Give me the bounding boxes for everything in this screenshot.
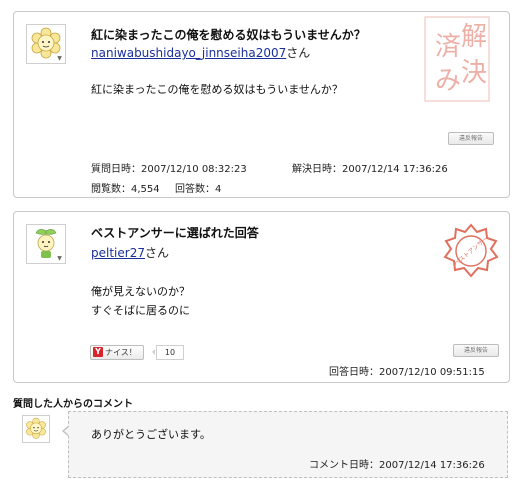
nice-label: ナイス！ [105,348,137,357]
stamp-char-2: 解 [461,22,487,52]
comment-section-title: 質問した人からのコメント [13,399,133,410]
resolved-label: 解決日時： [292,164,342,175]
comment-datetime: コメント日時：2007/12/14 17:36:26 [309,456,485,471]
resolved-datetime: 解決日時：2007/12/14 17:36:26 [292,160,448,175]
questioner-user: naniwabushidayo_jinnseiha2007さん [91,44,310,61]
question-report-button[interactable]: 違反報告 [448,132,494,145]
view-count: 閲覧数：4,554 [91,180,160,195]
answer-body-line-1: 俺が見えないのか？ [91,285,190,298]
commenter-avatar[interactable] [22,415,50,443]
comment-box: ありがとうございます。 コメント日時：2007/12/14 17:36:26 [68,411,508,478]
comment-pointer-inner [64,426,70,436]
answer-count: 回答数：4 [175,180,221,195]
answers-value: 4 [215,184,222,195]
comment-date-label: コメント日時： [309,460,379,471]
question-title: 紅に染まったこの俺を慰める奴はもういませんか？ [91,28,366,42]
answer-body-line-2: すぐそばに居るのに [91,304,190,317]
yahoo-y-icon: Y [93,347,103,357]
asked-value: 2007/12/10 08:32:23 [141,164,247,175]
answers-label: 回答数： [175,184,215,195]
stamp-char-4: 決 [461,58,487,88]
answered-value: 2007/12/10 09:51:15 [379,367,485,378]
questioner-name-link[interactable]: naniwabushidayo_jinnseiha2007 [91,46,286,60]
stamp-char-3: み [435,66,461,96]
answerer-suffix: さん [144,246,169,260]
views-label: 閲覧数： [91,184,131,195]
questioner-suffix: さん [286,46,311,60]
answerer-avatar[interactable]: ▼ [26,224,66,264]
answer-report-button[interactable]: 違反報告 [453,344,499,357]
flower-character-avatar-icon [26,417,46,439]
questioner-avatar[interactable]: ▼ [26,24,66,64]
best-answer-stamp-text: ベストアンサー [453,235,490,267]
comment-text: ありがとうございます。 [91,428,211,441]
question-card: ▼ 紅に染まったこの俺を慰める奴はもういませんか？ naniwabushiday… [13,11,510,198]
answered-label: 回答日時： [329,367,379,378]
answered-datetime: 回答日時：2007/12/10 09:51:15 [329,363,485,378]
resolved-stamp: 済 解 み 決 [424,16,490,102]
dropdown-arrow-icon[interactable]: ▼ [55,256,64,262]
nice-count: 10 [152,345,184,360]
answerer-user: peltier27さん [91,244,169,261]
best-answer-card: ▼ ベストアンサーに選ばれた回答 peltier27さん 俺が見えないのか？ す… [13,211,510,383]
best-answer-stamp: ベストアンサー [443,223,499,278]
resolved-value: 2007/12/14 17:36:26 [342,164,448,175]
answerer-name-link[interactable]: peltier27 [91,246,145,260]
asked-datetime: 質問日時：2007/12/10 08:32:23 [91,160,247,175]
nice-button[interactable]: Y ナイス！ [90,345,144,360]
asked-label: 質問日時： [91,164,141,175]
comment-date-value: 2007/12/14 17:36:26 [379,460,485,471]
views-value: 4,554 [131,184,160,195]
dropdown-arrow-icon[interactable]: ▼ [55,56,64,62]
stamp-char-1: 済 [435,32,461,62]
question-body: 紅に染まったこの俺を慰める奴はもういませんか？ [91,83,343,96]
best-answer-heading: ベストアンサーに選ばれた回答 [91,226,259,240]
